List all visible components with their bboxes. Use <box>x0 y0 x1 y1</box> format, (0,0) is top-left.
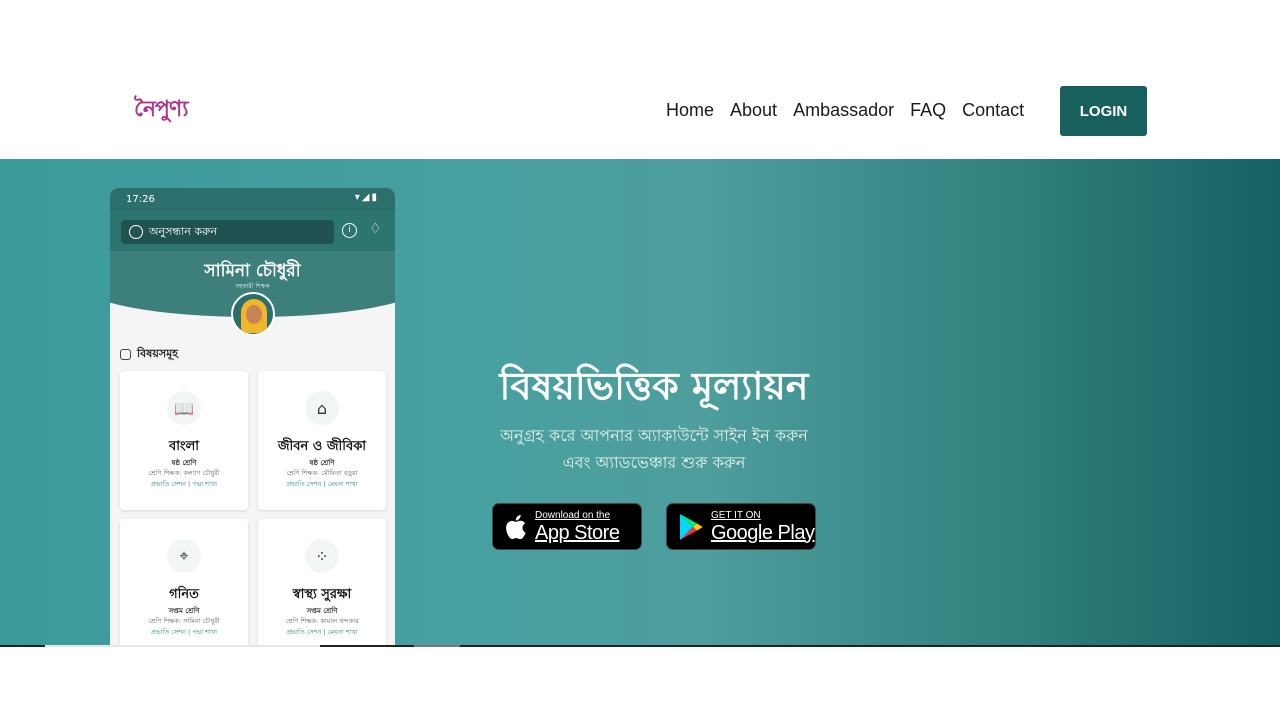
subjects-heading-label: বিষয়সমূহ <box>137 347 178 360</box>
app-store-big: App Store <box>535 521 620 544</box>
divider-segment <box>414 645 460 647</box>
nav-contact[interactable]: Contact <box>962 100 1024 121</box>
google-play-icon <box>680 513 703 540</box>
subject-name: স্বাস্থ্য সুরক্ষা <box>292 587 352 602</box>
subject-teacher: শ্রেণি শিক্ষক: কামাল খন্দকার <box>285 617 359 625</box>
phone-search-placeholder: অনুসন্ধান করুন <box>149 224 218 238</box>
phone-time: 17:26 <box>126 194 155 205</box>
hero-divider <box>0 645 1280 647</box>
hero-subtitle-line1: অনুগ্রহ করে আপনার অ্যাকাউন্টে সাইন ইন কর… <box>500 426 808 445</box>
google-play-big: Google Play <box>711 521 815 544</box>
page: নৈপুণ্য Home About Ambassador FAQ Contac… <box>0 0 1280 720</box>
nav-about[interactable]: About <box>730 100 777 121</box>
site-logo[interactable]: নৈপুণ্য <box>134 92 189 129</box>
subjects-heading: বিষয়সমূহ <box>120 345 178 364</box>
search-icon <box>129 225 143 239</box>
subject-card-health: ⁘ স্বাস্থ্য সুরক্ষা সপ্তম শ্রেণি শ্রেণি … <box>258 519 386 646</box>
app-store-small: Download on the <box>535 509 611 521</box>
phone-top-bar: অনুসন্ধান করুন i ♢ <box>110 211 395 251</box>
subject-card-life: ⌂ জীবন ও জীবিকা ষষ্ঠ শ্রেণি শ্রেণি শিক্ষ… <box>258 371 386 510</box>
subject-name: বাংলা <box>168 439 200 454</box>
avatar-face <box>246 305 262 324</box>
subject-card-bangla: 📖 বাংলা ষষ্ঠ শ্রেণি শ্রেণি শিক্ষক: কল্যা… <box>120 371 248 510</box>
phone-search-input: অনুসন্ধান করুন <box>121 220 334 244</box>
main-nav: Home About Ambassador FAQ Contact <box>666 100 1024 121</box>
login-button[interactable]: LOGIN <box>1060 86 1147 136</box>
book-icon: 📖 <box>167 391 201 425</box>
subject-section: প্রভাতি সেশন | পদ্মা শাখা <box>150 628 218 636</box>
phone-status-bar: 17:26 ▾◢▮ <box>110 188 395 211</box>
subject-card-math: ⌖ গনিত সপ্তম শ্রেণি শ্রেণি শিক্ষক: সামিন… <box>120 519 248 646</box>
nav-faq[interactable]: FAQ <box>910 100 946 121</box>
apple-icon <box>506 514 526 539</box>
info-icon: i <box>342 223 357 238</box>
hero-section: 17:26 ▾◢▮ অনুসন্ধান করুন i ♢ সামিনা চৌধু… <box>0 159 1280 646</box>
subject-teacher: শ্রেণি শিক্ষক: কল্যাণ চৌধুরী <box>148 469 220 477</box>
google-play-small: GET IT ON <box>711 509 761 521</box>
profile-role: সহকারী শিক্ষক <box>235 283 270 290</box>
subject-section: প্রভাতি সেশন | পদ্মা শাখা <box>150 480 218 488</box>
subject-teacher: শ্রেণি শিক্ষক: সামিনা চৌধুরী <box>148 617 220 625</box>
subject-teacher: শ্রেণি শিক্ষক: মৌমিতা বড়ুয়া <box>286 469 358 477</box>
grid-icon: ⁘ <box>305 539 339 573</box>
focus-icon: ⌖ <box>167 539 201 573</box>
hero-subtitle-line2: এবং অ্যাডভেঞ্চার শুরু করুন <box>562 453 746 472</box>
divider-segment <box>45 645 320 647</box>
avatar <box>231 292 275 336</box>
bell-icon: ♢ <box>369 221 382 237</box>
hero-title: বিষয়ভিত্তিক মূল্যায়ন <box>499 364 809 408</box>
subject-section: প্রভাতি সেশন | মেঘনা শাখা <box>286 480 358 488</box>
app-store-button[interactable]: Download on the App Store <box>492 503 642 550</box>
phone-mockup: 17:26 ▾◢▮ অনুসন্ধান করুন i ♢ সামিনা চৌধু… <box>110 188 395 646</box>
google-play-button[interactable]: GET IT ON Google Play <box>666 503 816 550</box>
nav-home[interactable]: Home <box>666 100 714 121</box>
nav-ambassador[interactable]: Ambassador <box>793 100 894 121</box>
signal-icons: ▾◢▮ <box>354 192 379 203</box>
subject-section: প্রভাতি সেশন | মেঘনা শাখা <box>286 628 358 636</box>
building-icon: ⌂ <box>305 391 339 425</box>
subject-name: গনিত <box>169 587 199 602</box>
subject-name: জীবন ও জীবিকা <box>277 439 367 454</box>
subjects-icon <box>120 349 131 360</box>
site-header: নৈপুণ্য Home About Ambassador FAQ Contac… <box>0 0 1280 159</box>
